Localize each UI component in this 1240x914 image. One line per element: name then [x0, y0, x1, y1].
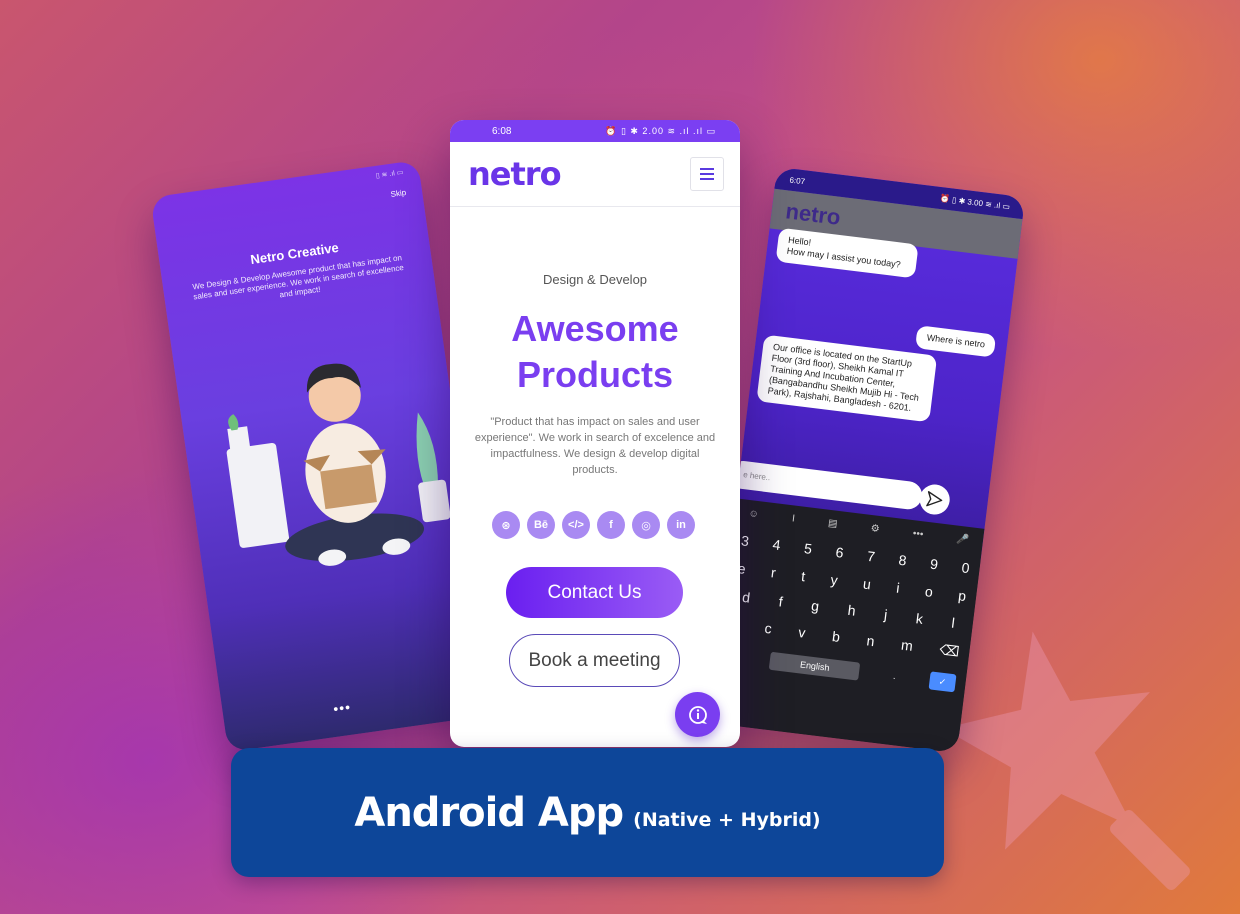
- keyboard-tool-key[interactable]: ⚙: [870, 523, 880, 535]
- keyboard-key[interactable]: d: [741, 589, 751, 606]
- space-key[interactable]: English: [769, 651, 861, 681]
- keyboard-key[interactable]: m: [900, 637, 914, 655]
- keyboard-key[interactable]: 7: [866, 548, 876, 565]
- keyboard-key[interactable]: c: [764, 620, 773, 638]
- keyboard-key[interactable]: f: [778, 593, 784, 609]
- hero-title-line-2: Products: [516, 354, 674, 395]
- keyboard-key[interactable]: y: [830, 572, 839, 589]
- hero-subtitle: Design & Develop: [542, 272, 648, 287]
- keyboard-tool-key[interactable]: ▤: [827, 518, 838, 530]
- hero-title: Awesome Products: [450, 306, 740, 398]
- website-phone-screen: 6:08 ⏰ ▯ ✱ 2.00 ≋ .ıl .ıl ▭ netro Design…: [450, 120, 740, 747]
- keyboard-tool-key[interactable]: I: [791, 513, 795, 524]
- banner-title: Android App: [354, 789, 624, 836]
- behance-icon[interactable]: Bē: [527, 511, 555, 539]
- keyboard-key[interactable]: o: [924, 583, 934, 600]
- keyboard-key[interactable]: l: [951, 615, 956, 631]
- period-key[interactable]: .: [893, 671, 897, 681]
- user-message: Where is netro: [915, 325, 997, 358]
- hero-description: "Product that has impact on sales and us…: [474, 416, 716, 476]
- keyboard-key[interactable]: k: [915, 610, 924, 627]
- chat-info-icon: [688, 705, 707, 724]
- keyboard-key[interactable]: v: [797, 624, 807, 642]
- status-time: 6:08: [492, 125, 512, 137]
- hamburger-menu-button[interactable]: [690, 157, 724, 191]
- keyboard-key[interactable]: 9: [929, 556, 939, 573]
- skip-button[interactable]: Skip: [390, 188, 407, 199]
- keyboard-key[interactable]: b: [831, 628, 841, 646]
- keyboard-key[interactable]: 3: [740, 532, 750, 549]
- keyboard-key[interactable]: 0: [961, 559, 971, 576]
- status-bar: 6:08 ⏰ ▯ ✱ 2.00 ≋ .ıl .ıl ▭: [450, 120, 740, 142]
- facebook-icon[interactable]: f: [597, 511, 625, 539]
- magic-wand-star-icon: [943, 631, 1190, 890]
- page-indicator: •••: [332, 698, 352, 717]
- instagram-icon[interactable]: ◎: [632, 511, 660, 539]
- bot-reply: Our office is located on the StartUp Flo…: [756, 334, 938, 423]
- social-links: ⊛ Bē </> f ◎ in: [492, 511, 695, 539]
- keyboard-key[interactable]: 4: [772, 536, 782, 553]
- book-meeting-button[interactable]: Book a meeting: [509, 634, 680, 687]
- hamburger-icon: [700, 168, 714, 180]
- keyboard-key[interactable]: u: [862, 576, 872, 593]
- send-button[interactable]: [917, 482, 952, 517]
- send-icon: [926, 491, 943, 507]
- code-icon[interactable]: </>: [562, 511, 590, 539]
- keyboard-key[interactable]: ⌫: [939, 641, 961, 660]
- status-bar: ▯ ≋ .ıl ▭: [375, 169, 404, 180]
- boy-opening-box-illustration: [226, 363, 451, 566]
- enter-key[interactable]: ✓: [928, 671, 957, 693]
- linkedin-icon[interactable]: in: [667, 511, 695, 539]
- hero-title-line-1: Awesome: [511, 308, 679, 349]
- keyboard-tool-key[interactable]: ☺: [748, 508, 759, 520]
- keyboard-key[interactable]: j: [883, 606, 888, 622]
- on-screen-keyboard[interactable]: ☺I▤⚙•••🎤 34567890 ertyuiop dfghjkl xcvbn…: [708, 498, 985, 754]
- site-header: netro: [450, 142, 740, 207]
- keyboard-tool-key[interactable]: 🎤: [956, 534, 970, 546]
- keyboard-key[interactable]: p: [957, 587, 967, 604]
- keyboard-key[interactable]: t: [800, 568, 806, 584]
- dribbble-icon[interactable]: ⊛: [492, 511, 520, 539]
- keyboard-key[interactable]: 8: [898, 552, 908, 569]
- status-time: 6:07: [789, 175, 806, 186]
- banner-subtitle: (Native + Hybrid): [633, 808, 821, 831]
- keyboard-key[interactable]: 5: [803, 540, 813, 557]
- chat-fab-button[interactable]: [675, 692, 720, 737]
- keyboard-key[interactable]: n: [866, 632, 876, 650]
- keyboard-key[interactable]: 6: [835, 544, 845, 561]
- keyboard-key[interactable]: i: [895, 580, 900, 596]
- contact-us-button[interactable]: Contact Us: [506, 567, 683, 618]
- status-icons: ⏰ ▯ ✱ 3.00 ≋ .ıl ▭: [939, 193, 1011, 211]
- keyboard-tool-key[interactable]: •••: [912, 528, 924, 540]
- dimmed-logo: netro: [784, 198, 842, 230]
- keyboard-key[interactable]: h: [847, 602, 857, 619]
- keyboard-key[interactable]: r: [770, 564, 777, 580]
- status-icons: ⏰ ▯ ✱ 2.00 ≋ .ıl .ıl ▭: [605, 125, 716, 136]
- platform-banner: Android App (Native + Hybrid): [231, 748, 944, 877]
- netro-logo[interactable]: netro: [468, 155, 562, 193]
- keyboard-key[interactable]: g: [810, 597, 820, 614]
